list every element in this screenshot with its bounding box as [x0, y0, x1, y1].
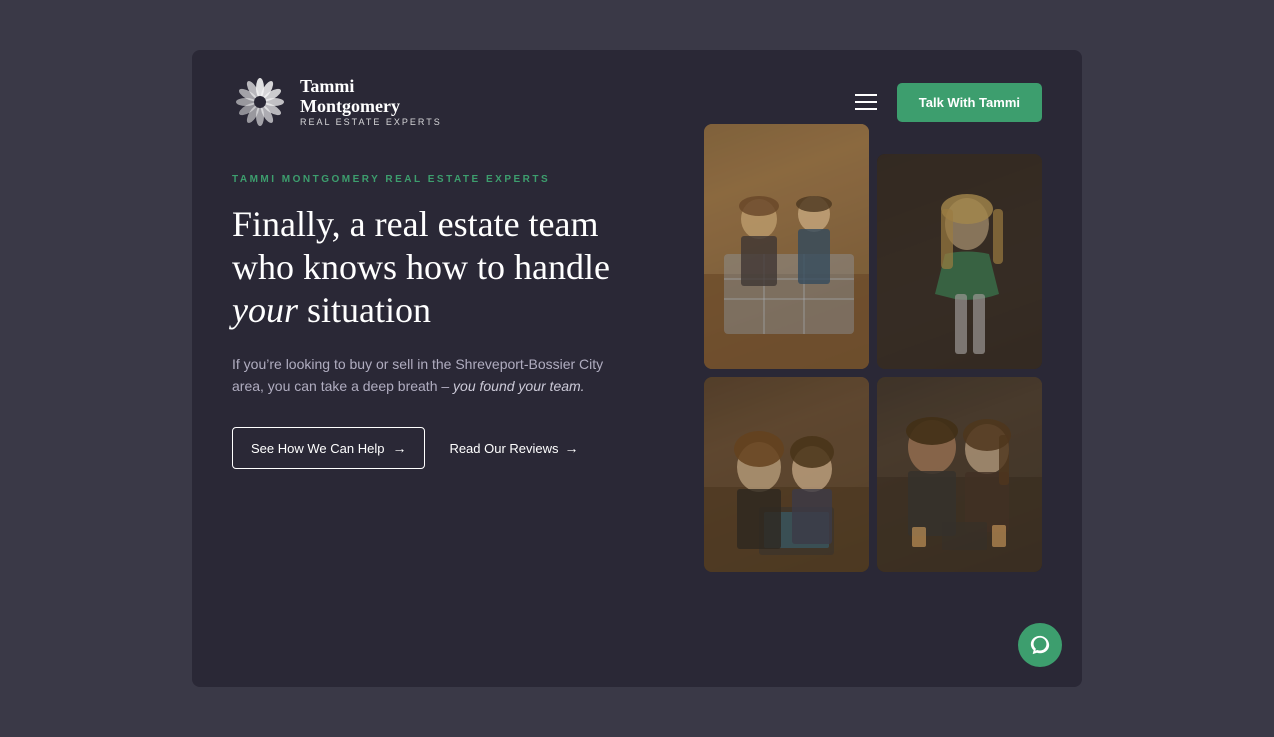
logo-area: Tammi Montgomery Real Estate Experts: [232, 74, 442, 130]
header-right: Talk With Tammi: [855, 83, 1042, 122]
cta-row: See How We Can Help → Read Our Reviews →: [232, 427, 612, 469]
photo-team-blueprints: [704, 124, 869, 369]
eyebrow-text: Tammi Montgomery Real Estate Experts: [232, 174, 612, 185]
chat-icon: [1029, 634, 1051, 656]
arrow-icon: →: [392, 440, 406, 456]
page-card: Tammi Montgomery Real Estate Experts Tal…: [192, 50, 1082, 687]
photo-grid-wrapper: [642, 124, 1042, 469]
logo-name: Tammi Montgomery: [300, 77, 442, 117]
photo-team-laptop: [704, 377, 869, 572]
read-our-reviews-link[interactable]: Read Our Reviews →: [449, 440, 578, 456]
logo-icon: [232, 74, 288, 130]
logo-text: Tammi Montgomery Real Estate Experts: [300, 77, 442, 127]
hero-headline: Finally, a real estate team who knows ho…: [232, 203, 612, 333]
chat-bubble-button[interactable]: [1018, 623, 1062, 667]
hero-section: Tammi Montgomery Real Estate Experts Fin…: [192, 164, 1082, 469]
see-how-we-can-help-button[interactable]: See How We Can Help →: [232, 427, 425, 469]
outer-background: Tammi Montgomery Real Estate Experts Tal…: [0, 0, 1274, 737]
hero-left-column: Tammi Montgomery Real Estate Experts Fin…: [232, 164, 612, 469]
logo-subtitle: Real Estate Experts: [300, 117, 442, 127]
hamburger-menu-icon[interactable]: [855, 94, 877, 110]
hero-body-text: If you’re looking to buy or sell in the …: [232, 353, 612, 398]
photo-couple-cafe: [877, 377, 1042, 572]
talk-with-tammi-button[interactable]: Talk With Tammi: [897, 83, 1042, 122]
arrow-icon-2: →: [565, 440, 579, 456]
photo-grid: [704, 124, 1042, 572]
photo-woman-green-jacket: [877, 154, 1042, 369]
